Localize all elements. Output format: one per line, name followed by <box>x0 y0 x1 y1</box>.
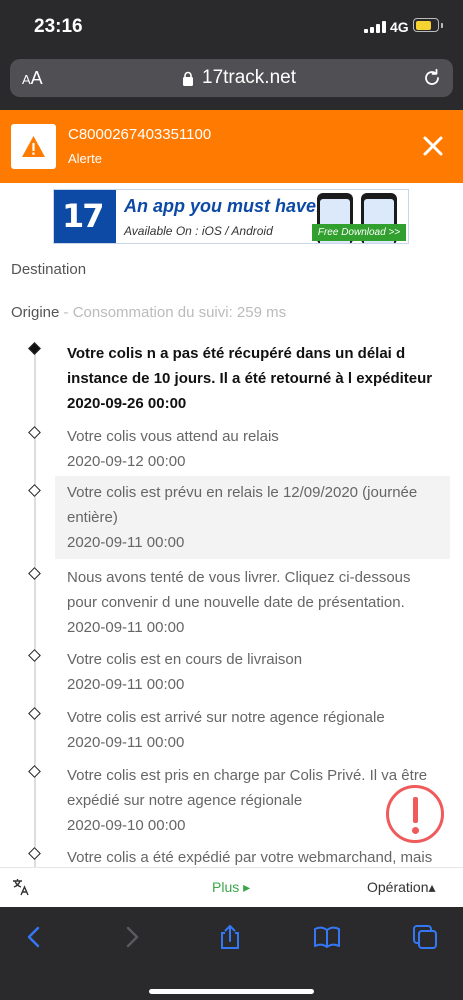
battery-tip <box>441 23 443 28</box>
banner-headline: An app you must have! <box>124 196 323 216</box>
timeline-marker <box>28 649 41 662</box>
text-size-button[interactable]: AA <box>22 68 43 89</box>
event-date: 2020-09-10 00:00 <box>67 817 186 834</box>
translate-icon[interactable] <box>12 878 30 896</box>
free-download-button[interactable]: Free Download >> <box>312 224 406 241</box>
event-text: Votre colis vous attend au relais <box>67 428 279 445</box>
browser-address-area: AA 17track.net <box>0 50 463 110</box>
origin-row: Origine - Consommation du suivi: 259 ms <box>11 304 286 321</box>
web-page: C8000267403351100 Alerte 17 An app you m… <box>0 110 463 867</box>
home-indicator <box>149 989 314 994</box>
alert-label: Alerte <box>68 151 102 166</box>
page-bottom-bar: Plus ▸ Opération▴ <box>0 867 463 907</box>
app-logo: 17 <box>54 190 116 243</box>
timeline-event: Votre colis vous attend au relais 2020-0… <box>55 420 450 478</box>
timeline-event: Votre colis est en cours de livraison 20… <box>55 643 450 701</box>
banner-subline: Available On : iOS / Android <box>124 224 273 238</box>
status-bar: 23:16 4G <box>0 0 463 50</box>
alert-bar: C8000267403351100 Alerte <box>0 110 463 183</box>
timeline-event: Votre colis est arrivé sur notre agence … <box>55 701 450 759</box>
timeline-event: Votre colis a été expédié par votre webm… <box>55 841 450 867</box>
report-issue-button[interactable] <box>386 785 444 843</box>
url-text[interactable]: 17track.net <box>202 67 296 89</box>
signal-icon <box>364 21 386 33</box>
event-text: Votre colis a été expédié par votre webm… <box>67 849 433 866</box>
lock-icon <box>183 71 193 86</box>
destination-label: Destination <box>11 261 87 278</box>
battery-level <box>415 20 431 30</box>
network-type: 4G <box>390 19 409 35</box>
app-promo-banner[interactable]: 17 An app you must have! Available On : … <box>53 189 409 244</box>
timeline-marker <box>28 567 41 580</box>
status-time: 23:16 <box>34 16 83 37</box>
close-icon[interactable] <box>419 132 447 160</box>
share-icon[interactable] <box>216 923 244 951</box>
tracking-time: - Consommation du suivi: 259 ms <box>63 304 287 321</box>
event-text: Votre colis est arrivé sur notre agence … <box>67 709 385 726</box>
timeline-marker <box>28 707 41 720</box>
exclamation-dot <box>412 827 419 834</box>
event-date: 2020-09-11 00:00 <box>67 619 185 636</box>
back-icon[interactable] <box>20 923 48 951</box>
timeline-marker <box>28 847 41 860</box>
event-text: Nous avons tenté de vous livrer. Cliquez… <box>67 569 411 611</box>
timeline-marker <box>28 484 41 497</box>
origin-label: Origine <box>11 304 60 321</box>
timeline-marker-latest <box>28 342 41 355</box>
address-bar[interactable]: AA 17track.net <box>10 59 453 97</box>
timeline-event: Votre colis n a pas été récupéré dans un… <box>55 337 450 420</box>
forward-icon[interactable] <box>118 923 146 951</box>
timeline-marker <box>28 426 41 439</box>
tracking-number: C8000267403351100 <box>68 126 212 143</box>
timeline-marker <box>28 765 41 778</box>
event-text: Votre colis n a pas été récupéré dans un… <box>67 345 433 387</box>
event-date: 2020-09-12 00:00 <box>67 453 186 470</box>
bookmarks-icon[interactable] <box>313 923 341 951</box>
warning-icon <box>22 136 45 157</box>
event-date: 2020-09-11 00:00 <box>67 534 185 551</box>
event-text: Votre colis est en cours de livraison <box>67 651 303 668</box>
operation-button[interactable]: Opération▴ <box>367 879 436 896</box>
tabs-icon[interactable] <box>411 923 439 951</box>
event-text: Votre colis est pris en charge par Colis… <box>67 767 428 809</box>
exclamation-icon <box>413 797 418 823</box>
event-date: 2020-09-11 00:00 <box>67 734 185 751</box>
plus-button[interactable]: Plus ▸ <box>212 879 250 896</box>
browser-toolbar <box>0 907 463 1000</box>
alert-icon-box <box>11 124 56 169</box>
reload-icon[interactable] <box>422 68 442 88</box>
event-date: 2020-09-26 00:00 <box>67 395 187 412</box>
timeline-event: Votre colis est prévu en relais le 12/09… <box>55 476 450 559</box>
battery-icon <box>413 18 439 32</box>
event-date: 2020-09-11 00:00 <box>67 676 185 693</box>
timeline-event: Nous avons tenté de vous livrer. Cliquez… <box>55 561 450 644</box>
event-text: Votre colis est prévu en relais le 12/09… <box>67 484 418 526</box>
